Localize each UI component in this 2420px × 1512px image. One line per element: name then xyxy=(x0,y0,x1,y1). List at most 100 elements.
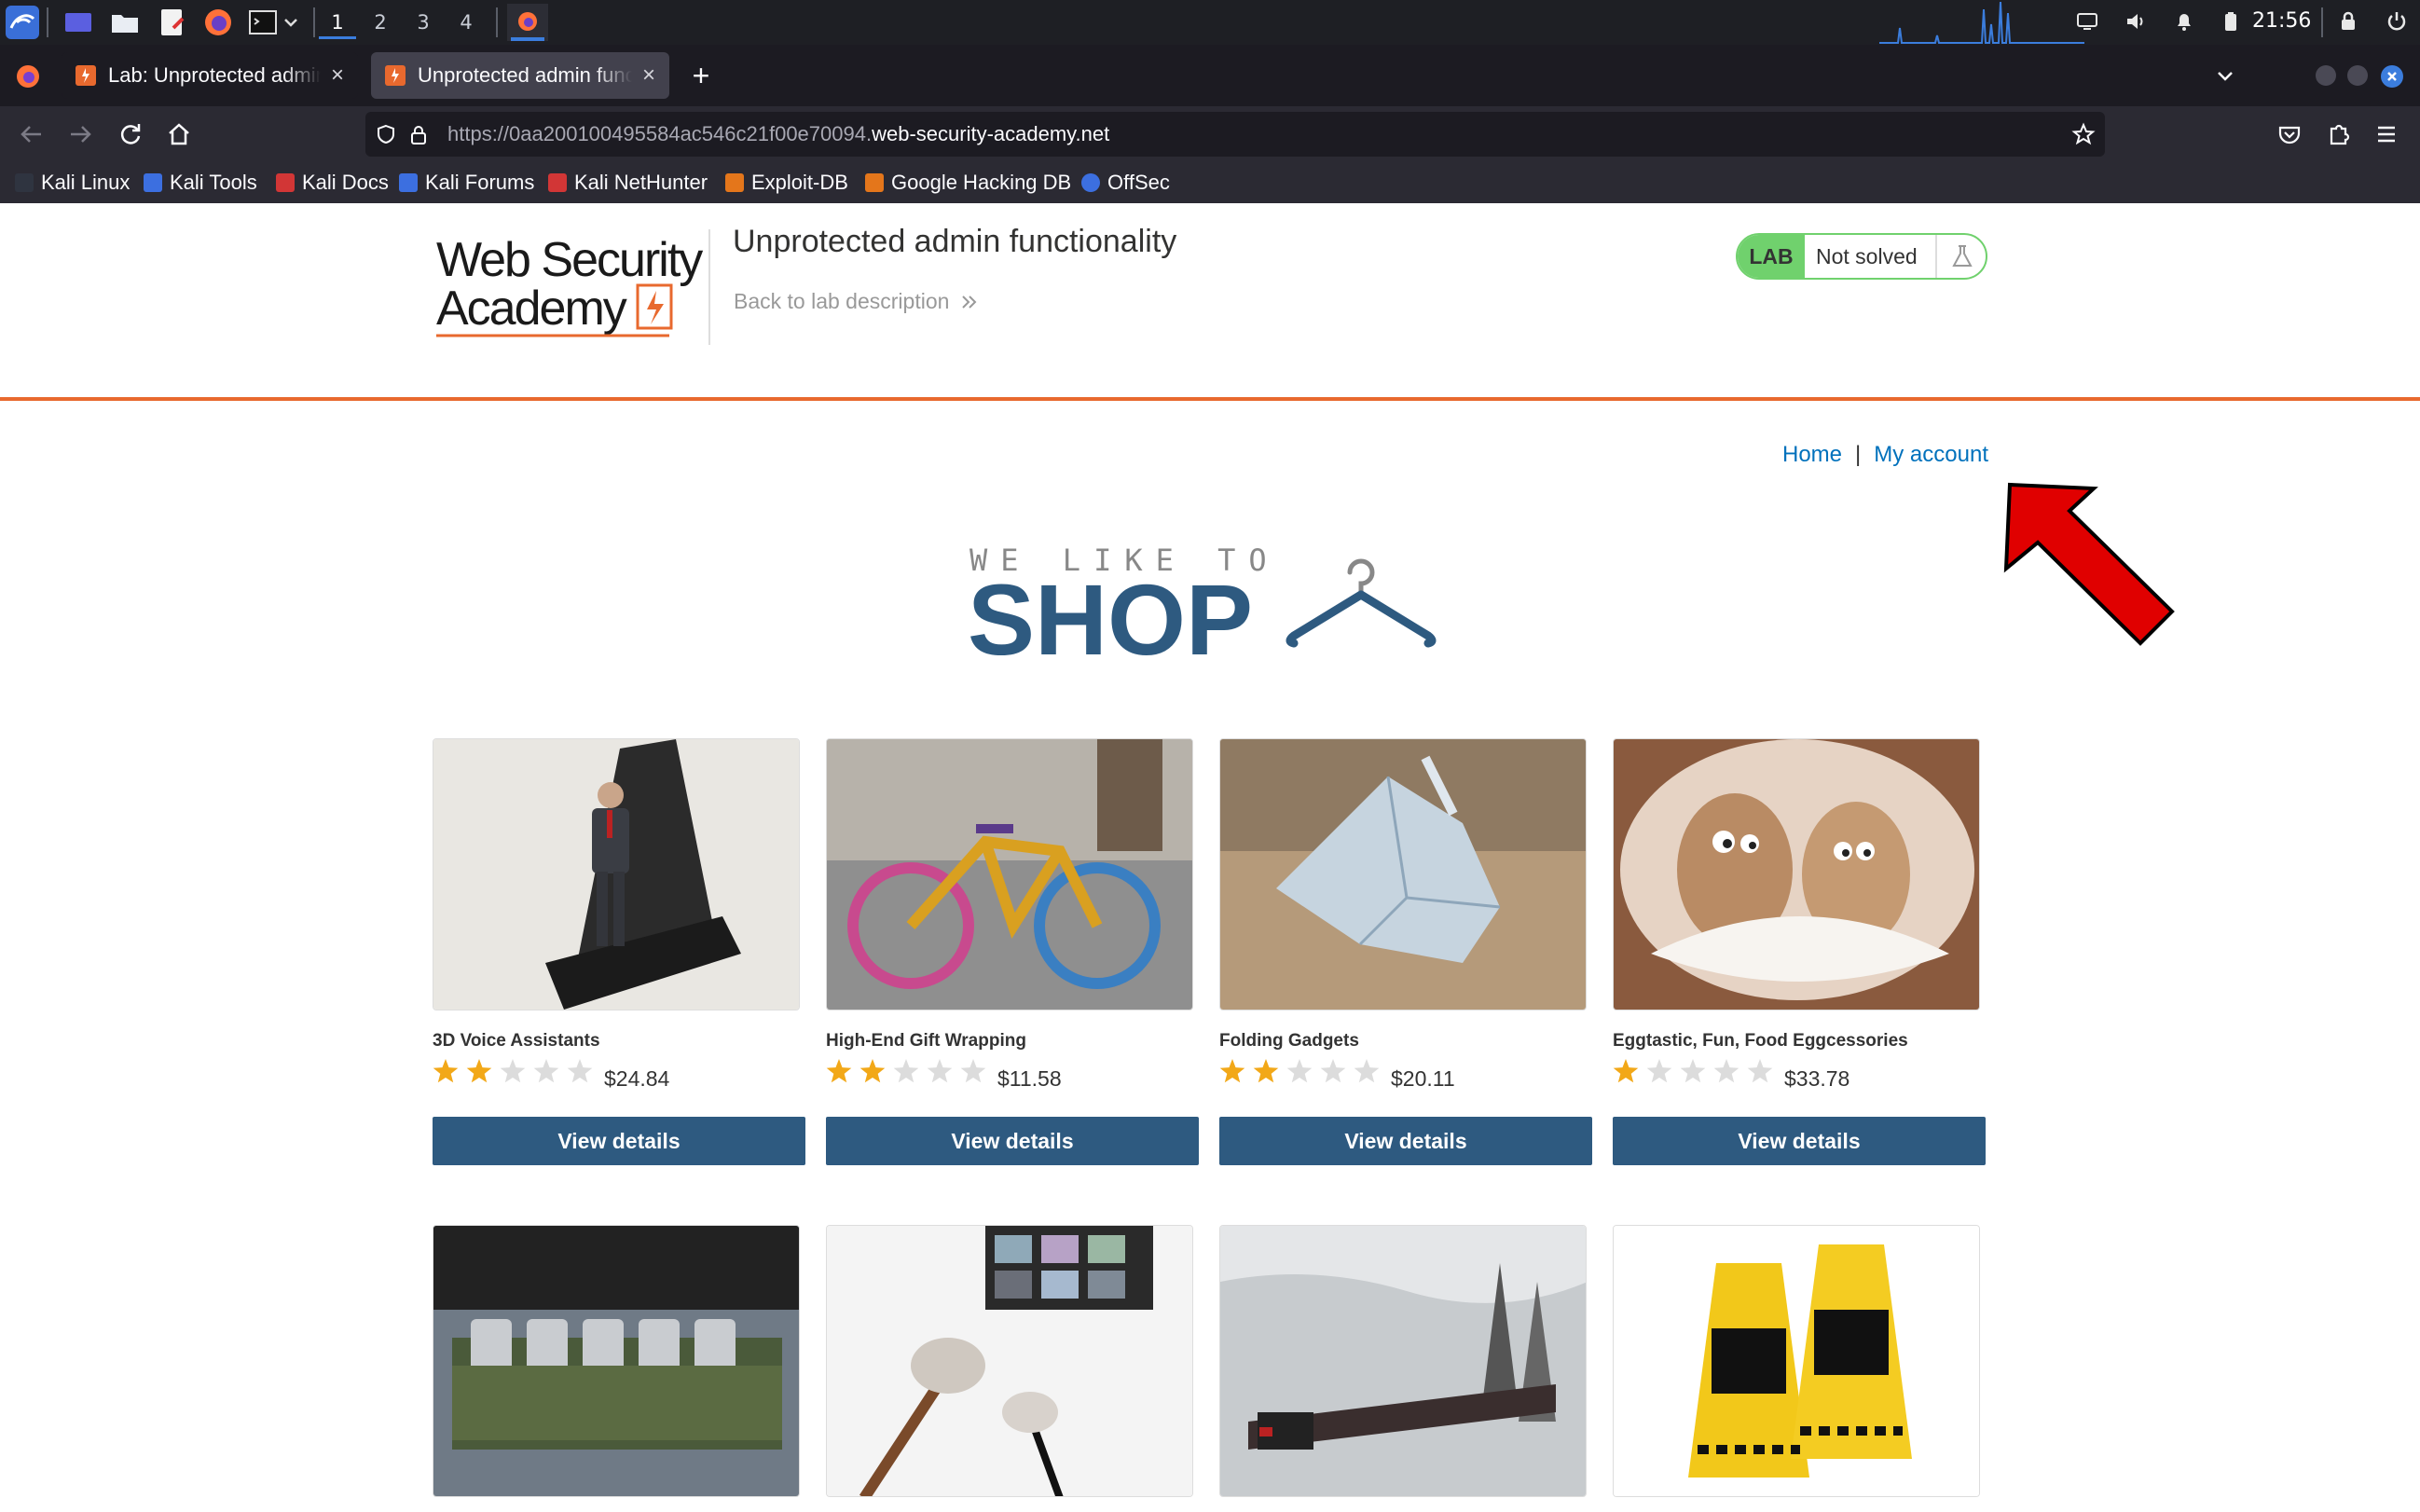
bookmark-kali-linux[interactable]: Kali Linux xyxy=(15,162,130,203)
we-like-to-shop-banner: WE LIKE TO SHOP xyxy=(968,543,1437,667)
list-all-tabs-icon[interactable] xyxy=(2213,63,2237,88)
url-domain: web-security-academy.net xyxy=(872,122,1110,145)
kali-docs-icon xyxy=(276,173,295,192)
view-details-button[interactable]: View details xyxy=(826,1117,1199,1165)
product-image-folding-gadgets[interactable] xyxy=(1219,738,1587,1010)
star-empty-icon xyxy=(960,1059,986,1083)
star-empty-icon xyxy=(1646,1059,1672,1083)
text-editor-icon[interactable] xyxy=(153,4,190,41)
product-card: Folding Gadgets $20.11 View details xyxy=(1219,738,1592,1167)
address-bar[interactable]: https://0aa200100495584ac546c21f00e70094… xyxy=(365,112,2105,157)
workspace-3[interactable]: 3 xyxy=(405,6,442,39)
bookmark-label: Kali NetHunter xyxy=(574,171,708,194)
view-details-button[interactable]: View details xyxy=(1219,1117,1592,1165)
bookmark-label: Kali Tools xyxy=(170,171,257,194)
extensions-icon[interactable] xyxy=(2321,117,2355,151)
product-card xyxy=(1613,1225,1986,1505)
bookmark-kali-tools[interactable]: Kali Tools xyxy=(144,162,257,203)
kali-forums-icon xyxy=(399,173,418,192)
product-image-egg-accessories[interactable] xyxy=(1613,738,1980,1010)
product-image-voice-assistant[interactable] xyxy=(433,738,800,1010)
panel-separator xyxy=(496,7,498,37)
star-filled-icon xyxy=(826,1059,852,1083)
product-image-train[interactable] xyxy=(1219,1225,1587,1497)
forward-arrow-icon[interactable] xyxy=(63,117,97,151)
workspace-2[interactable]: 2 xyxy=(362,6,399,39)
star-filled-icon xyxy=(433,1059,459,1083)
clock[interactable]: 21:56 xyxy=(2252,0,2311,43)
product-name: Eggtastic, Fun, Food Eggcessories xyxy=(1613,1031,1908,1051)
pocket-icon[interactable] xyxy=(2273,117,2306,151)
display-icon[interactable] xyxy=(2075,9,2099,34)
notification-bell-icon[interactable] xyxy=(2172,9,2196,34)
reload-icon[interactable] xyxy=(114,117,147,151)
back-link-label: Back to lab description xyxy=(734,289,950,313)
panel-separator xyxy=(2321,7,2323,37)
product-card: Eggtastic, Fun, Food Eggcessories $33.78… xyxy=(1613,738,1986,1167)
product-image-gift-wrapping[interactable] xyxy=(826,738,1193,1010)
bookmark-kali-nethunter[interactable]: Kali NetHunter xyxy=(548,162,708,203)
product-card xyxy=(1219,1225,1592,1505)
lock-icon[interactable] xyxy=(408,123,429,145)
product-name: 3D Voice Assistants xyxy=(433,1031,600,1051)
home-link[interactable]: Home xyxy=(1782,442,1842,467)
product-rating xyxy=(826,1055,994,1089)
workspace-1[interactable]: 1 xyxy=(319,6,356,39)
file-manager-icon[interactable] xyxy=(106,4,144,41)
bookmark-exploit-db[interactable]: Exploit-DB xyxy=(725,162,848,203)
close-window-icon[interactable] xyxy=(2381,65,2403,88)
firefox-window-icon[interactable] xyxy=(507,4,548,41)
terminal-icon[interactable] xyxy=(244,4,282,41)
bookmark-star-icon[interactable] xyxy=(2071,122,2096,146)
firefox-view-icon[interactable] xyxy=(15,63,41,89)
product-price: $11.58 xyxy=(997,1066,1062,1091)
star-empty-icon xyxy=(1286,1059,1313,1083)
workspace-4[interactable]: 4 xyxy=(447,6,485,39)
volume-icon[interactable] xyxy=(2124,9,2148,34)
product-rating xyxy=(433,1055,600,1089)
bookmark-google-hacking-db[interactable]: Google Hacking DB xyxy=(865,162,1071,203)
header-divider xyxy=(708,229,710,345)
product-price: $24.84 xyxy=(604,1066,670,1091)
logo-line2: Academy xyxy=(436,282,627,336)
firefox-launcher-icon[interactable] xyxy=(199,4,237,41)
bookmark-kali-forums[interactable]: Kali Forums xyxy=(399,162,534,203)
banner-word: SHOP xyxy=(968,563,1253,667)
bookmark-kali-docs[interactable]: Kali Docs xyxy=(276,162,389,203)
web-security-academy-logo[interactable]: Web Security Academy xyxy=(434,227,707,345)
star-empty-icon xyxy=(1354,1059,1380,1083)
battery-icon[interactable] xyxy=(2219,9,2243,34)
tab-lab-description[interactable]: Lab: Unprotected admin f × xyxy=(62,52,358,99)
star-filled-icon xyxy=(1219,1059,1245,1083)
maximize-icon[interactable] xyxy=(2347,65,2368,86)
view-details-button[interactable]: View details xyxy=(433,1117,805,1165)
minimize-icon[interactable] xyxy=(2316,65,2336,86)
chevron-down-icon[interactable] xyxy=(278,4,304,41)
show-desktop-icon[interactable] xyxy=(60,4,97,41)
back-arrow-icon[interactable] xyxy=(15,117,48,151)
tab-close-icon[interactable]: × xyxy=(638,52,660,99)
logo-line1: Web Security xyxy=(436,233,703,287)
product-image-beer-belt[interactable] xyxy=(433,1225,800,1497)
hamburger-menu-icon[interactable] xyxy=(2370,117,2403,151)
new-tab-icon[interactable]: + xyxy=(688,58,714,93)
back-to-lab-description-link[interactable]: Back to lab description xyxy=(734,289,980,314)
tab-lab-page[interactable]: Unprotected admin funct × xyxy=(371,52,669,99)
lock-screen-icon[interactable] xyxy=(2336,9,2360,34)
tracking-shield-icon[interactable] xyxy=(375,123,397,145)
power-icon[interactable] xyxy=(2385,9,2409,34)
my-account-link[interactable]: My account xyxy=(1874,442,1988,467)
url-text[interactable]: https://0aa200100495584ac546c21f00e70094… xyxy=(447,112,1109,157)
product-card xyxy=(826,1225,1199,1505)
product-price: $33.78 xyxy=(1784,1066,1850,1091)
lab-status-text: Not solved xyxy=(1816,244,1918,268)
bookmark-offsec[interactable]: OffSec xyxy=(1081,162,1170,203)
lab-badge-label: LAB xyxy=(1738,235,1805,278)
kali-menu-icon[interactable] xyxy=(4,4,41,41)
tab-close-icon[interactable]: × xyxy=(326,52,349,99)
product-image-caution-signs[interactable] xyxy=(1613,1225,1980,1497)
star-filled-icon xyxy=(1253,1059,1279,1083)
view-details-button[interactable]: View details xyxy=(1613,1117,1986,1165)
home-icon[interactable] xyxy=(162,117,196,151)
product-image-makeup[interactable] xyxy=(826,1225,1193,1497)
